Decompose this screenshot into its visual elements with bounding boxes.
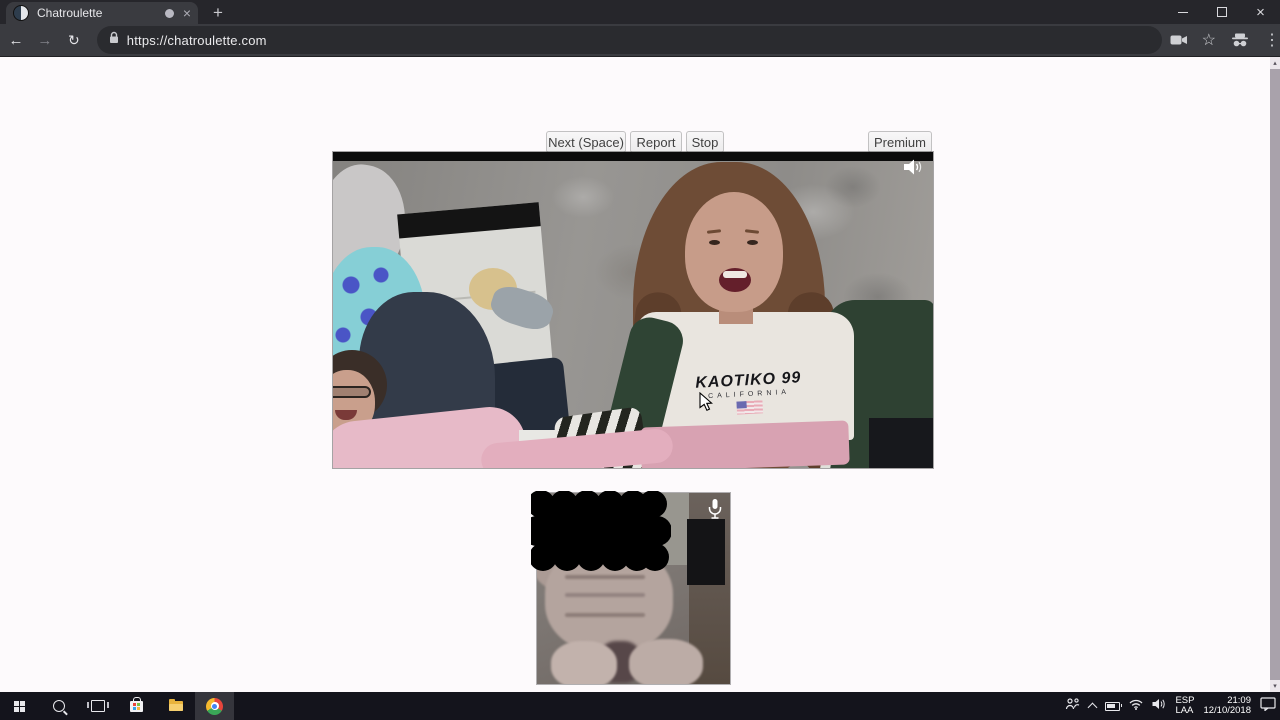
file-explorer-button[interactable] — [156, 692, 195, 720]
dark-corner — [869, 418, 933, 468]
search-icon — [53, 700, 65, 712]
report-button[interactable]: Report — [630, 131, 682, 153]
taskbar-search-button[interactable] — [39, 692, 78, 720]
tab-media-indicator-icon — [165, 9, 174, 18]
wifi-icon[interactable] — [1129, 697, 1143, 715]
browser-toolbar: ← → ↻ https://chatroulette.com ☆ ⋮ — [0, 24, 1280, 57]
shirt-flag-graphic — [736, 400, 763, 414]
chrome-taskbar-button[interactable] — [195, 692, 234, 720]
window-minimize-button[interactable] — [1163, 0, 1202, 24]
microsoft-store-button[interactable] — [117, 692, 156, 720]
new-tab-button[interactable]: + — [204, 2, 232, 24]
reload-button[interactable]: ↻ — [61, 27, 87, 53]
figure-leg — [551, 641, 617, 684]
tab-close-icon[interactable]: × — [183, 6, 191, 20]
scrollbar-thumb[interactable] — [1270, 69, 1280, 680]
tray-date: 12/10/2018 — [1203, 706, 1251, 716]
window-close-button[interactable]: × — [1241, 0, 1280, 24]
action-center-icon[interactable] — [1260, 697, 1276, 716]
girl-teeth — [723, 271, 747, 278]
volume-icon[interactable] — [903, 158, 925, 176]
store-icon — [130, 701, 143, 712]
bookmark-star-icon[interactable]: ☆ — [1202, 30, 1216, 50]
tray-overflow-chevron-icon[interactable] — [1088, 703, 1098, 713]
browser-menu-icon[interactable]: ⋮ — [1264, 30, 1280, 50]
video-top-bar — [333, 152, 933, 161]
language-indicator[interactable]: ESP LAA — [1175, 696, 1194, 716]
tab-capture-camera-icon[interactable] — [1170, 34, 1188, 46]
dark-panel — [687, 519, 725, 585]
partner-video: KAOTIKO 99 CALIFORNIA — [333, 152, 933, 468]
girl-eye — [709, 240, 720, 245]
tray-volume-icon[interactable] — [1152, 697, 1166, 715]
language-line2: LAA — [1175, 706, 1194, 716]
microphone-icon[interactable] — [704, 497, 726, 521]
browser-tab-chatroulette[interactable]: Chatroulette × — [6, 2, 198, 24]
start-button[interactable] — [0, 692, 39, 720]
scroll-down-icon[interactable]: ▾ — [1270, 680, 1280, 692]
self-video — [537, 493, 730, 684]
toolbar-icons: ☆ ⋮ — [1170, 30, 1280, 50]
address-bar[interactable]: https://chatroulette.com — [97, 26, 1162, 54]
restore-icon — [1217, 7, 1227, 17]
girl-eye — [747, 240, 758, 245]
shirt-print: KAOTIKO 99 CALIFORNIA — [662, 368, 836, 419]
clock[interactable]: 21:09 12/10/2018 — [1203, 696, 1251, 716]
battery-icon[interactable] — [1105, 702, 1120, 711]
windows-logo-icon — [14, 701, 25, 712]
tab-title: Chatroulette — [37, 6, 165, 20]
incognito-icon[interactable] — [1230, 33, 1250, 48]
forward-button[interactable]: → — [32, 27, 58, 53]
task-view-button[interactable] — [78, 692, 117, 720]
lock-icon — [109, 31, 119, 49]
windows-taskbar: ESP LAA 21:09 12/10/2018 — [0, 692, 1280, 720]
window-restore-button[interactable] — [1202, 0, 1241, 24]
page-scrollbar[interactable]: ▴ ▾ — [1270, 57, 1280, 692]
stop-button[interactable]: Stop — [686, 131, 724, 153]
chatroulette-favicon-icon — [13, 5, 29, 21]
minimize-icon — [1178, 12, 1188, 13]
premium-button[interactable]: Premium — [868, 131, 932, 153]
chrome-icon — [206, 698, 223, 715]
next-button[interactable]: Next (Space) — [546, 131, 626, 153]
system-tray: ESP LAA 21:09 12/10/2018 — [1065, 692, 1276, 720]
scroll-up-icon[interactable]: ▴ — [1270, 57, 1280, 69]
back-button[interactable]: ← — [3, 27, 29, 53]
window-controls: × — [1163, 0, 1280, 24]
people-icon[interactable] — [1065, 697, 1080, 715]
censor-blob — [531, 491, 671, 580]
url-text: https://chatroulette.com — [127, 33, 267, 48]
folder-icon — [169, 701, 183, 711]
girl-face — [685, 192, 783, 312]
task-view-icon — [91, 700, 105, 712]
screen: Chatroulette × + × ← → ↻ https://chatrou… — [0, 0, 1280, 720]
tab-strip: Chatroulette × + × — [0, 0, 1280, 24]
figure-leg — [629, 639, 703, 684]
